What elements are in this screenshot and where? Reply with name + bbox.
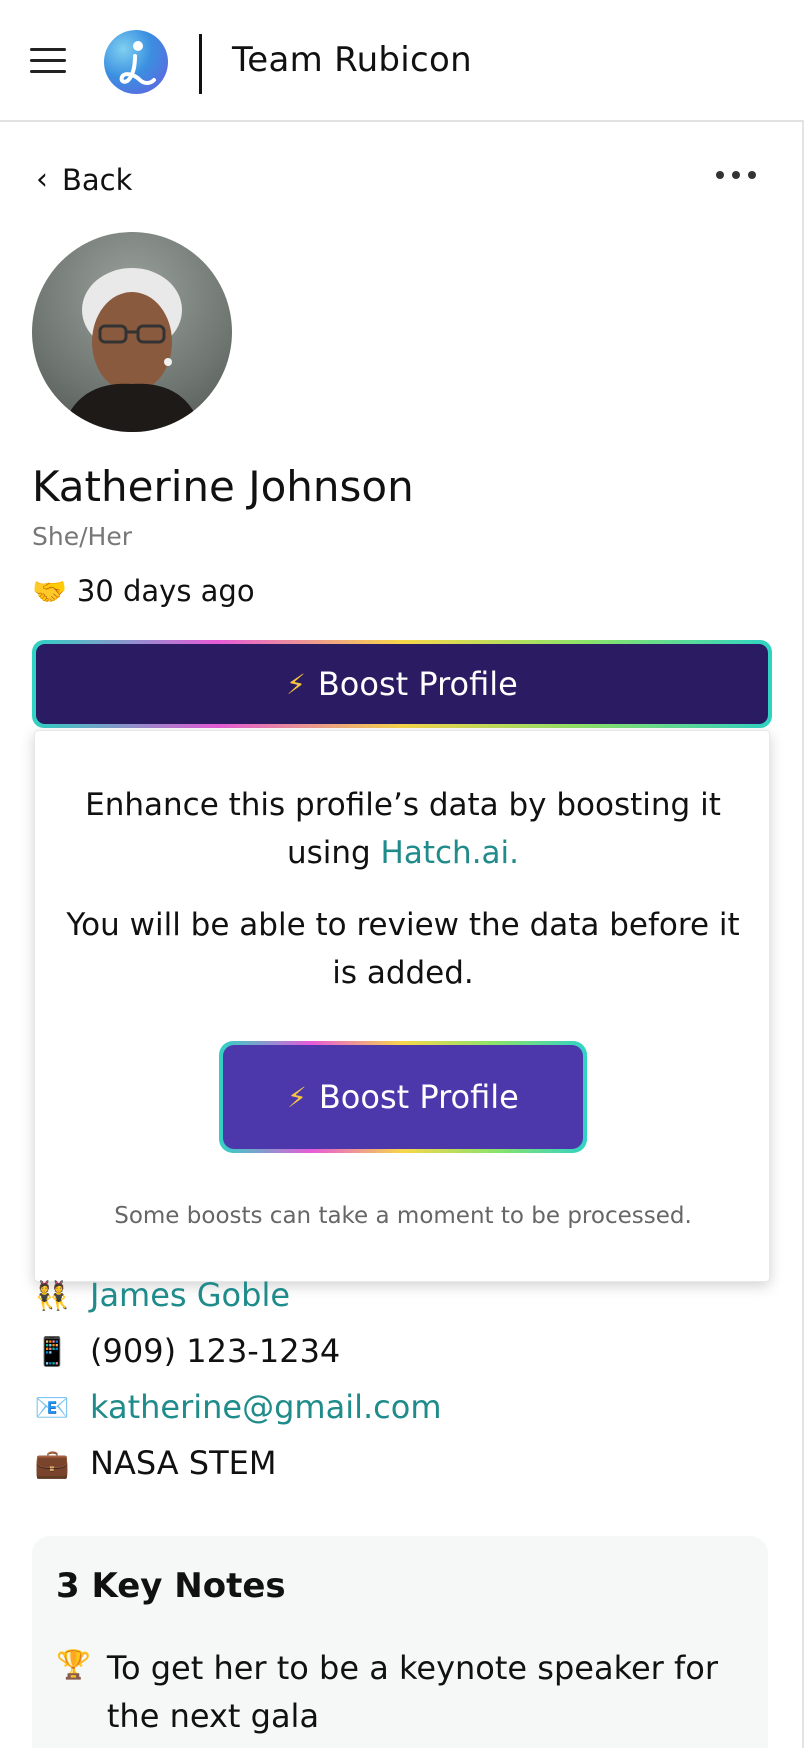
chevron-left-icon: ‹	[36, 162, 48, 197]
key-note-text: To get her to be a keynote speaker for t…	[106, 1649, 718, 1735]
trophy-icon: 🏆	[56, 1648, 91, 1681]
key-note-item: 🏆 To get her to be a keynote speaker for…	[56, 1644, 746, 1740]
people-icon: 👯	[34, 1278, 70, 1312]
phone-number[interactable]: (909) 123-1234	[90, 1332, 340, 1370]
boost-profile-button[interactable]: ⚡ Boost Profile	[32, 640, 772, 728]
app-logo[interactable]	[104, 30, 168, 94]
review-note: You will be able to review the data befo…	[66, 907, 740, 991]
lightning-icon: ⚡	[287, 1080, 307, 1114]
hatch-ai-link[interactable]: Hatch.ai.	[381, 835, 519, 871]
email-link[interactable]: katherine@gmail.com	[90, 1388, 442, 1426]
boost-popover: Enhance this profile’s data by boosting …	[34, 730, 770, 1282]
boost-description: Enhance this profile’s data by boosting …	[85, 787, 721, 871]
back-button[interactable]: ‹ Back	[36, 160, 132, 200]
key-notes-card: 3 Key Notes 🏆 To get her to be a keynote…	[32, 1536, 768, 1748]
handshake-icon: 🤝	[32, 574, 67, 608]
profile-pronouns: She/Her	[32, 522, 132, 551]
phone-row: 📱 (909) 123-1234	[32, 1332, 341, 1370]
popover-boost-profile-button[interactable]: ⚡ Boost Profile	[219, 1041, 587, 1153]
phone-icon: 📱	[34, 1334, 70, 1368]
last-contact-text: 30 days ago	[76, 574, 255, 608]
top-bar: Team Rubicon	[0, 0, 804, 122]
lightning-icon: ⚡	[286, 667, 306, 701]
work-text: NASA STEM	[90, 1444, 277, 1482]
work-row: 💼 NASA STEM	[32, 1444, 277, 1482]
relationship-row: 👯 James Goble	[32, 1276, 290, 1314]
header-divider	[199, 34, 202, 94]
team-name: Team Rubicon	[232, 40, 472, 80]
hamburger-menu-icon[interactable]	[30, 48, 66, 74]
email-row: 📧 katherine@gmail.com	[32, 1388, 442, 1426]
briefcase-icon: 💼	[34, 1446, 70, 1480]
more-options-icon[interactable]	[716, 160, 756, 190]
last-contact: 🤝 30 days ago	[32, 574, 255, 608]
avatar	[32, 232, 232, 432]
profile-name: Katherine Johnson	[32, 462, 414, 511]
processing-note: Some boosts can take a moment to be proc…	[114, 1203, 692, 1229]
relationship-link[interactable]: James Goble	[90, 1276, 290, 1314]
popover-boost-label: Boost Profile	[318, 1078, 519, 1116]
back-label: Back	[62, 163, 133, 197]
key-notes-title: 3 Key Notes	[56, 1566, 286, 1606]
email-icon: 📧	[34, 1390, 70, 1424]
boost-profile-label: Boost Profile	[317, 665, 518, 703]
